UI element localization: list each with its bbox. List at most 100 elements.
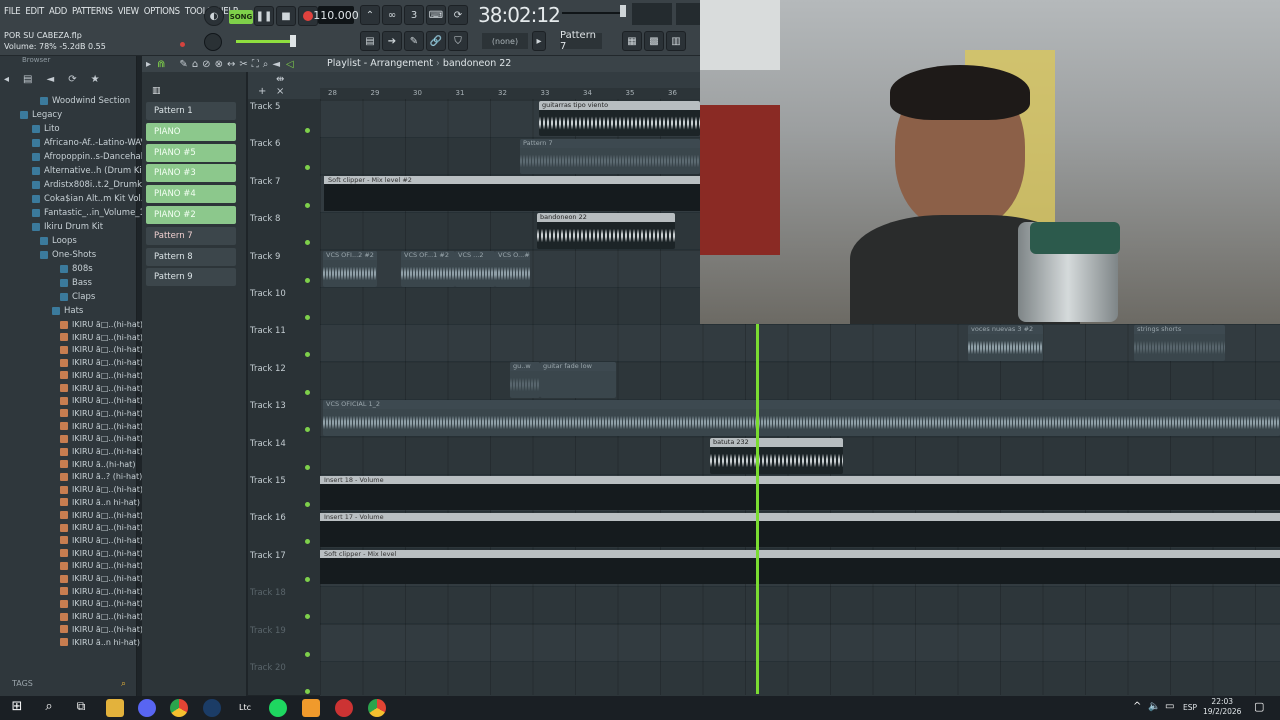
browser-folder[interactable]: Bass <box>60 276 92 289</box>
browser-folder[interactable]: One-Shots <box>40 248 96 261</box>
browser-file[interactable]: IKIRU ã□..(hi-hat) <box>60 394 143 407</box>
obs-icon[interactable] <box>335 699 353 717</box>
track-lane[interactable] <box>320 587 1280 625</box>
browser-folder[interactable]: Ikiru Drum Kit <box>32 220 103 233</box>
browser-folder[interactable]: Africano-Af..-Latino-WAV <box>32 136 146 149</box>
clip-vcsoficial[interactable]: VCS OFICIAL 1_2 <box>323 400 1280 436</box>
browser-file[interactable]: IKIRU ã□..(hi-hat) <box>60 318 143 331</box>
browser-file[interactable]: IKIRU ã..n hi-hat) <box>60 636 140 649</box>
master-pitch-slider[interactable] <box>562 12 622 14</box>
arrow-icon[interactable]: ▸ <box>146 59 151 70</box>
slice-icon[interactable]: ✂ <box>239 59 247 70</box>
snap-select[interactable]: (none) <box>482 33 528 49</box>
menu-add[interactable]: ADD <box>49 6 67 17</box>
track-mute-led[interactable] <box>305 651 310 657</box>
browser-folder[interactable]: Legacy <box>20 108 62 121</box>
network-icon[interactable]: ▭ <box>1165 701 1174 712</box>
track-name[interactable]: Track 10 <box>250 289 286 299</box>
clip-vcs2[interactable]: VCS OF...1 #2 <box>401 251 455 287</box>
timeline-ruler[interactable]: 28 29 30 31 32 33 34 35 36 <box>320 88 700 99</box>
pause-button[interactable]: ❚❚ <box>254 6 274 26</box>
automation-insert17[interactable]: Insert 17 - Volume <box>320 513 1280 547</box>
track-mute-led[interactable] <box>305 689 310 694</box>
track-mute-led[interactable] <box>305 128 310 133</box>
menu-file[interactable]: FILE <box>4 6 21 17</box>
channel-button[interactable]: PIANO #2 <box>146 206 236 224</box>
paint-icon[interactable]: ⌂ <box>192 59 198 70</box>
delete-icon[interactable]: ⊘ <box>202 59 210 70</box>
track-name[interactable]: Track 13 <box>250 401 286 411</box>
menu-options[interactable]: OPTIONS <box>144 6 180 17</box>
next-icon[interactable]: ➔ <box>382 31 402 51</box>
star-icon[interactable]: ★ <box>91 74 100 92</box>
pitch-slider-handle[interactable] <box>620 5 626 17</box>
browser-folder[interactable]: Loops <box>40 234 77 247</box>
browser-file[interactable]: IKIRU ã□..(hi-hat) <box>60 356 143 369</box>
browser-folder[interactable]: Coka$ian Alt..m Kit Vol.2 <box>32 192 149 205</box>
notifications-icon[interactable]: ▢ <box>1254 700 1264 713</box>
clip-vcs4[interactable]: VCS O...#3 <box>495 251 530 287</box>
file-explorer-icon[interactable] <box>106 699 124 717</box>
pattern-prev-arrow-icon[interactable]: ▸ <box>532 31 546 51</box>
track-mute-led[interactable] <box>305 315 310 320</box>
track-mute-led[interactable] <box>305 576 310 582</box>
track-mute-led[interactable] <box>305 389 310 395</box>
spotify-icon[interactable] <box>269 699 287 717</box>
browser-file[interactable]: IKIRU ã□..(hi-hat) <box>60 509 143 522</box>
clip-vcs1[interactable]: VCS OFI...2 #2 <box>323 251 377 287</box>
mixer-icon[interactable]: ▦ <box>622 31 642 51</box>
browser-file[interactable]: IKIRU ã□..(hi-hat) <box>60 572 143 585</box>
track-name[interactable]: Track 19 <box>250 626 286 636</box>
track-mute-led[interactable] <box>305 202 310 208</box>
browser-file[interactable]: IKIRU ã□..(hi-hat) <box>60 559 143 572</box>
wait-input-icon[interactable]: ∞ <box>382 5 402 25</box>
browser-folder[interactable]: Afropoppin..s-Dancehall <box>32 150 145 163</box>
clip-strings[interactable]: strings shorts <box>1134 325 1225 361</box>
browser-file[interactable]: IKIRU ã..(hi-hat) <box>60 458 135 471</box>
search-icon[interactable]: ⌕ <box>40 699 58 717</box>
browser-file[interactable]: IKIRU ã□..(hi-hat) <box>60 382 143 395</box>
automation-insert18[interactable]: Insert 18 - Volume <box>320 476 1280 510</box>
browser-folder[interactable]: Fantastic_..in_Volume_1 <box>32 206 145 219</box>
clip-guitarras[interactable]: guitarras tipo viento <box>539 101 700 136</box>
steam-icon[interactable] <box>203 699 221 717</box>
channel-button[interactable]: Pattern 9 <box>146 268 236 287</box>
automation-softclip[interactable]: Soft clipper - Mix level <box>320 550 1280 584</box>
tray-chevron-icon[interactable]: ^ <box>1133 701 1141 712</box>
search-icon[interactable]: ⌕ <box>121 679 126 689</box>
close-icon[interactable]: × <box>276 86 284 97</box>
channel-button[interactable]: Pattern 7 <box>146 226 236 245</box>
track-mute-led[interactable] <box>305 277 310 283</box>
browser-folder[interactable]: Claps <box>60 290 95 303</box>
mute-icon[interactable]: ⊗ <box>215 59 223 70</box>
browser-file[interactable]: IKIRU ã□..(hi-hat) <box>60 432 143 445</box>
track-mute-led[interactable] <box>305 464 310 470</box>
browser-folder[interactable]: Ardistx808i..t.2_Drumkit <box>32 178 148 191</box>
slip-icon[interactable]: ↔ <box>227 59 235 70</box>
track-name[interactable]: Track 9 <box>250 252 280 262</box>
clip-voces[interactable]: voces nuevas 3 #2 <box>968 325 1043 361</box>
browser-file[interactable]: IKIRU ã□..(hi-hat) <box>60 521 143 534</box>
clip-pattern7[interactable]: Pattern 7 <box>520 139 700 174</box>
channel-button[interactable]: Pattern 8 <box>146 247 236 266</box>
master-volume-slider[interactable] <box>236 40 296 43</box>
clock[interactable]: 22:03 19/2/2026 <box>1203 697 1241 717</box>
channel-button[interactable]: PIANO #4 <box>146 185 236 204</box>
song-mode-toggle[interactable]: SONG <box>229 10 253 24</box>
browser-file[interactable]: IKIRU ã□..(hi-hat) <box>60 331 143 344</box>
clip-softclip2[interactable]: Soft clipper - Mix level #2 <box>324 176 700 211</box>
step-edit-icon[interactable]: ⌨ <box>426 5 446 25</box>
track-lane[interactable] <box>320 362 1280 400</box>
track-name[interactable]: Track 18 <box>250 588 286 598</box>
loop-record-icon[interactable]: ⟳ <box>448 5 468 25</box>
windows-start-icon[interactable]: ⊞ <box>8 699 26 717</box>
clip-guitarfade[interactable]: guitar fade low <box>540 362 616 398</box>
track-name[interactable]: Track 8 <box>250 214 280 224</box>
brush-icon[interactable]: ✎ <box>404 31 424 51</box>
browser-file[interactable]: IKIRU ã□..(hi-hat) <box>60 343 143 356</box>
language-indicator[interactable]: ESP <box>1183 703 1197 712</box>
browser-file[interactable]: IKIRU ã□..(hi-hat) <box>60 420 143 433</box>
channel-rack-icon[interactable]: ▩ <box>644 31 664 51</box>
app-icon[interactable]: Ltc <box>236 699 254 717</box>
menu-view[interactable]: VIEW <box>118 6 139 17</box>
